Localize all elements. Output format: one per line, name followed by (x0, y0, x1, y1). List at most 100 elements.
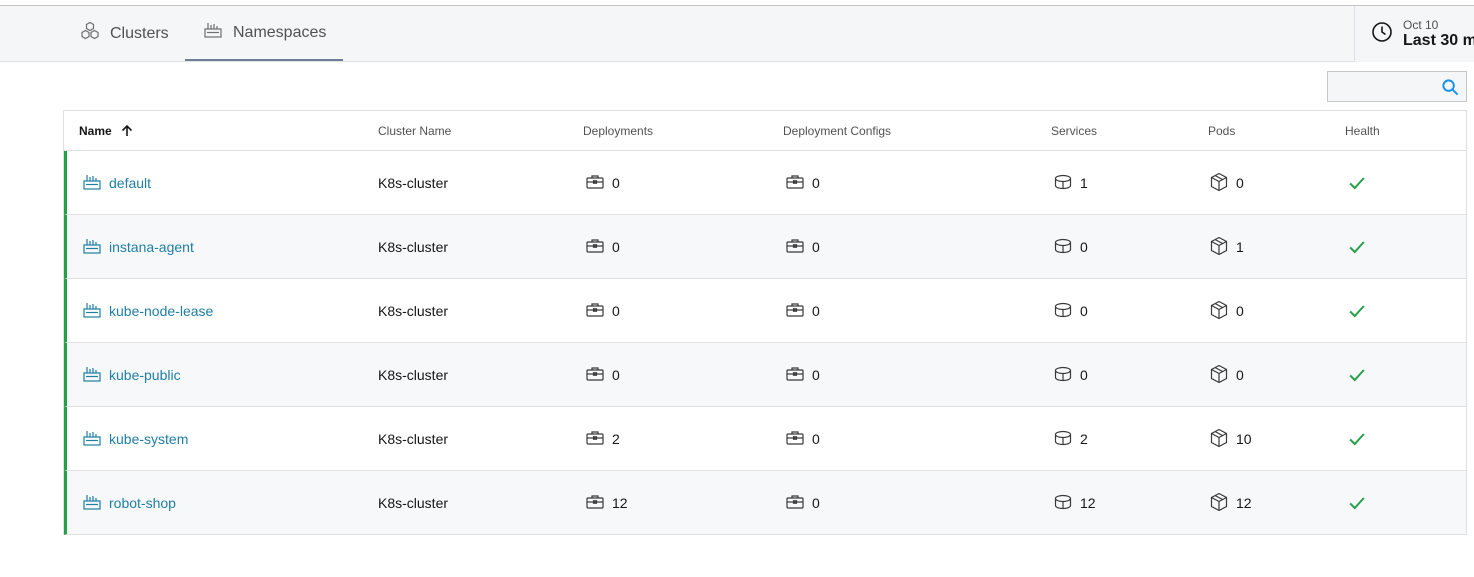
checkmark-icon (1349, 433, 1365, 446)
deployment-config-icon (785, 236, 805, 259)
pod-icon (1209, 236, 1229, 259)
search-icon[interactable] (1441, 78, 1460, 97)
deployment-icon (585, 236, 605, 259)
namespace-cell: kube-system (82, 407, 188, 471)
checkmark-icon (1349, 241, 1365, 254)
deployment-config-icon (785, 428, 805, 451)
deployment-config-icon (785, 300, 805, 323)
service-icon (1053, 172, 1073, 195)
services-cell: 0 (1053, 343, 1088, 407)
services-count: 0 (1080, 239, 1088, 255)
deployment-config-icon (785, 172, 805, 195)
health-cell (1347, 151, 1367, 215)
tab-namespaces[interactable]: Namespaces (185, 6, 343, 61)
column-header-cluster[interactable]: Cluster Name (378, 111, 451, 151)
pods-cell: 0 (1209, 343, 1244, 407)
deployment-configs-count: 0 (812, 367, 820, 383)
pods-count: 0 (1236, 303, 1244, 319)
table-body: default K8s-cluster 0 0 1 0 instana-agen… (64, 151, 1466, 535)
namespace-link[interactable]: instana-agent (109, 239, 194, 255)
cluster-name: K8s-cluster (378, 303, 449, 319)
deployment-configs-count: 0 (812, 175, 820, 191)
pod-icon (1209, 364, 1229, 387)
deployments-count: 12 (612, 495, 628, 511)
health-cell (1347, 279, 1367, 343)
health-cell (1347, 407, 1367, 471)
cluster-name: K8s-cluster (378, 367, 449, 383)
namespace-cell: default (82, 151, 151, 215)
table-row[interactable]: kube-node-lease K8s-cluster 0 0 0 0 (64, 279, 1466, 343)
deployment-icon (585, 492, 605, 515)
time-picker-range: Last 30 m (1403, 32, 1474, 49)
namespace-link[interactable]: kube-public (109, 367, 181, 383)
namespaces-table: Name Cluster Name Deployments Deployment… (63, 110, 1467, 535)
namespace-link[interactable]: robot-shop (109, 495, 176, 511)
pods-cell: 10 (1209, 407, 1252, 471)
table-row[interactable]: default K8s-cluster 0 0 1 0 (64, 151, 1466, 215)
column-header-deployments[interactable]: Deployments (583, 111, 653, 151)
namespace-icon (82, 300, 102, 323)
namespace-icon (82, 236, 102, 259)
column-header-services[interactable]: Services (1051, 111, 1097, 151)
table-row[interactable]: kube-public K8s-cluster 0 0 0 0 (64, 343, 1466, 407)
service-icon (1053, 364, 1073, 387)
namespace-cell: instana-agent (82, 215, 194, 279)
deployments-cell: 0 (585, 215, 620, 279)
pods-count: 10 (1236, 431, 1252, 447)
checkmark-icon (1349, 369, 1365, 382)
namespace-cell: kube-node-lease (82, 279, 213, 343)
column-header-pods[interactable]: Pods (1208, 111, 1235, 151)
namespace-icon (82, 364, 102, 387)
namespace-link[interactable]: default (109, 175, 151, 191)
deployment-configs-cell: 0 (785, 151, 820, 215)
checkmark-icon (1349, 177, 1365, 190)
services-count: 2 (1080, 431, 1088, 447)
deployment-configs-cell: 0 (785, 471, 820, 535)
tab-clusters-label: Clusters (110, 24, 169, 42)
pod-icon (1209, 172, 1229, 195)
namespace-icon (82, 492, 102, 515)
table-row[interactable]: instana-agent K8s-cluster 0 0 0 1 (64, 215, 1466, 279)
tab-bar: Clusters Namespaces Oct 10 Last 30 m (0, 6, 1474, 62)
services-count: 0 (1080, 303, 1088, 319)
cluster-name: K8s-cluster (378, 431, 449, 447)
time-picker[interactable]: Oct 10 Last 30 m (1354, 6, 1474, 62)
table-row[interactable]: kube-system K8s-cluster 2 0 2 10 (64, 407, 1466, 471)
pods-count: 0 (1236, 367, 1244, 383)
column-header-health[interactable]: Health (1345, 111, 1380, 151)
deployments-count: 2 (612, 431, 620, 447)
search-box (1327, 71, 1467, 102)
deployments-cell: 0 (585, 279, 620, 343)
pods-cell: 1 (1209, 215, 1244, 279)
services-cell: 1 (1053, 151, 1088, 215)
deployments-cell: 0 (585, 151, 620, 215)
services-count: 1 (1080, 175, 1088, 191)
services-cell: 0 (1053, 215, 1088, 279)
health-cell (1347, 343, 1367, 407)
checkmark-icon (1349, 305, 1365, 318)
deployment-config-icon (785, 364, 805, 387)
tab-namespaces-label: Namespaces (233, 23, 327, 41)
pods-count: 12 (1236, 495, 1252, 511)
column-header-deployment-configs[interactable]: Deployment Configs (783, 111, 891, 151)
table-row[interactable]: robot-shop K8s-cluster 12 0 12 12 (64, 471, 1466, 535)
pods-count: 1 (1236, 239, 1244, 255)
deployments-cell: 2 (585, 407, 620, 471)
column-header-name-label: Name (79, 124, 112, 138)
namespace-icon (82, 428, 102, 451)
deployment-icon (585, 172, 605, 195)
namespace-link[interactable]: kube-system (109, 431, 188, 447)
cluster-name: K8s-cluster (378, 175, 449, 191)
health-cell (1347, 471, 1367, 535)
column-header-name[interactable]: Name (79, 111, 134, 151)
deployments-count: 0 (612, 175, 620, 191)
deployment-icon (585, 364, 605, 387)
pod-icon (1209, 492, 1229, 515)
namespace-link[interactable]: kube-node-lease (109, 303, 213, 319)
pods-cell: 12 (1209, 471, 1252, 535)
tab-clusters[interactable]: Clusters (80, 6, 169, 61)
deployment-configs-cell: 0 (785, 279, 820, 343)
deployment-configs-cell: 0 (785, 407, 820, 471)
service-icon (1053, 428, 1073, 451)
deployment-configs-count: 0 (812, 239, 820, 255)
